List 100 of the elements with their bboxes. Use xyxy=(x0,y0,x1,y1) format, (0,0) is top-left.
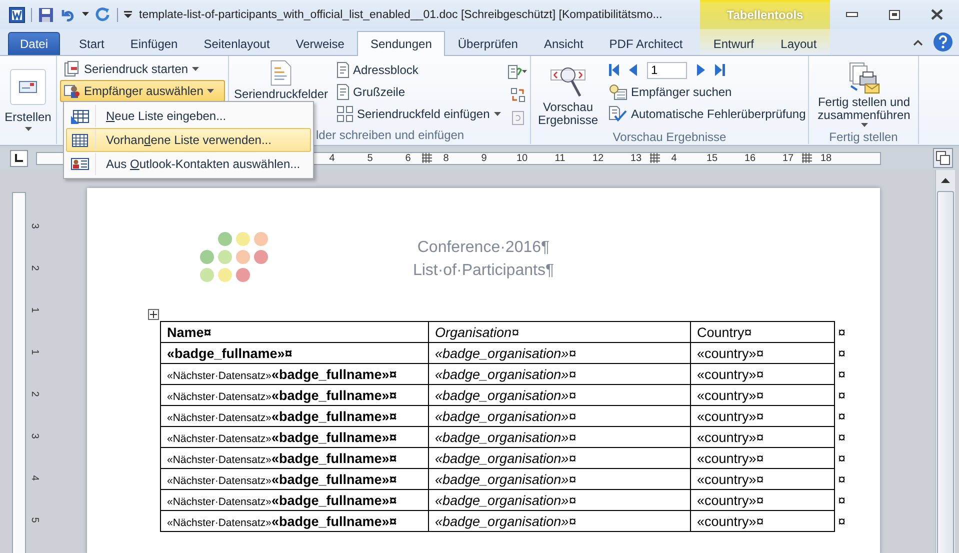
recipients-icon xyxy=(64,83,80,99)
ruler-number: 6 xyxy=(404,152,412,164)
envelope-icon xyxy=(19,81,37,93)
ribbon-tab[interactable]: Überprüfen xyxy=(444,32,531,55)
menu-item[interactable]: Aus Outlook-Kontakten auswählen... xyxy=(66,152,311,176)
column-header: Country¤ xyxy=(690,322,834,342)
record-field[interactable]: 1 xyxy=(647,62,687,78)
help-icon[interactable] xyxy=(933,32,953,52)
table-cell: «badge_organisation»¤ xyxy=(428,364,690,384)
ruler-number: 17 xyxy=(781,152,795,164)
table-icon xyxy=(71,132,89,148)
rules-icon[interactable] xyxy=(508,65,528,79)
customize-caret-icon[interactable] xyxy=(124,10,132,18)
save-icon[interactable] xyxy=(38,6,54,22)
column-marker-icon[interactable] xyxy=(802,152,812,164)
ruler-number: 8 xyxy=(442,152,450,164)
caret-icon[interactable] xyxy=(82,12,89,17)
group-label: Fertig stellen xyxy=(828,130,899,144)
printer-envelope-icon xyxy=(848,62,880,94)
next-record-icon[interactable] xyxy=(697,64,705,76)
restore-icon[interactable] xyxy=(888,10,900,20)
ribbon-tab[interactable]: Verweise xyxy=(282,32,358,55)
table-cell: «badge_organisation»¤ xyxy=(428,468,690,490)
column-header: Name¤ xyxy=(160,322,428,342)
table-cell: «Nächster·Datensatz»«badge_fullname»¤ xyxy=(160,384,428,406)
last-record-icon[interactable] xyxy=(715,64,725,76)
word-logo-icon[interactable] xyxy=(9,6,25,22)
ribbon-dropdown-button[interactable]: Seriendruck starten xyxy=(60,58,225,80)
finish-merge-button[interactable]: Fertig stellen und zusammenführen xyxy=(812,59,916,130)
collapse-ribbon-icon[interactable] xyxy=(913,38,923,46)
check-document-icon xyxy=(609,106,627,122)
row-end-mark: ¤ xyxy=(834,322,852,342)
ruler-number: 4 xyxy=(670,152,678,164)
previous-record-icon[interactable] xyxy=(629,64,637,76)
ruler-number: 11 xyxy=(554,152,566,164)
ribbon-tab[interactable]: Datei xyxy=(8,32,60,55)
table-cell: «badge_organisation»¤ xyxy=(428,406,690,426)
table-cell: «country»¤ xyxy=(690,426,834,448)
ribbon-dropdown-button[interactable]: Empfänger auswählen xyxy=(60,80,225,102)
ribbon-tab[interactable]: PDF Architect xyxy=(596,32,696,55)
ribbon-button[interactable]: Automatische Fehlerüberprüfung xyxy=(605,103,810,125)
menu-item[interactable]: Neue Liste eingeben... xyxy=(66,104,311,128)
table-cell: «country»¤ xyxy=(690,510,834,532)
menu-item[interactable]: Vorhandene Liste verwenden... xyxy=(66,128,311,152)
vertical-scrollbar[interactable] xyxy=(935,170,955,553)
table-cell: «badge_organisation»¤ xyxy=(428,384,690,406)
ruler-number: 9 xyxy=(480,152,488,164)
group-label: Vorschau Ergebnisse xyxy=(612,130,728,144)
column-marker-icon[interactable] xyxy=(422,152,432,164)
ribbon-tab[interactable]: Start xyxy=(66,32,118,55)
ruler-number: 16 xyxy=(743,152,757,164)
ruler-number: 10 xyxy=(515,152,529,164)
ribbon-tab[interactable]: Sendungen xyxy=(357,31,445,56)
ribbon-tab[interactable]: Entwurf xyxy=(700,32,767,55)
ribbon-tab[interactable]: Einfügen xyxy=(117,32,191,55)
table-cell: «country»¤ xyxy=(690,406,834,426)
view-ruler-button[interactable] xyxy=(933,148,953,168)
ribbon-button[interactable]: Adressblock xyxy=(333,59,505,81)
match-fields-icon[interactable] xyxy=(510,88,525,102)
ribbon-tab[interactable]: Layout xyxy=(768,32,830,55)
ruler-number: 3 xyxy=(28,223,40,229)
ruler-number: 5 xyxy=(366,152,374,164)
row-end-mark: ¤ xyxy=(834,342,852,364)
table-cell: «badge_organisation»¤ xyxy=(428,510,690,532)
row-end-mark: ¤ xyxy=(834,490,852,510)
table-cell: «badge_organisation»¤ xyxy=(428,448,690,468)
find-recipient-icon xyxy=(609,84,627,100)
ribbon-button[interactable]: Empfänger suchen xyxy=(605,81,810,103)
table-cell: «country»¤ xyxy=(690,384,834,406)
context-title: Tabellentools xyxy=(726,8,804,22)
first-record-icon[interactable] xyxy=(609,64,619,76)
ruler-number: 2 xyxy=(28,265,40,271)
ribbon-tab[interactable]: Seitenlayout xyxy=(190,32,283,55)
ruler-number: 1 xyxy=(28,349,40,355)
table-move-handle-icon[interactable] xyxy=(148,309,159,320)
table-cell: «country»¤ xyxy=(690,468,834,490)
scroll-up-icon[interactable] xyxy=(941,178,950,183)
create-button[interactable]: Erstellen xyxy=(2,66,54,134)
document-title: List·of·Participants¶ xyxy=(412,261,554,281)
table-cell: «Nächster·Datensatz»«badge_fullname»¤ xyxy=(160,468,428,490)
table-cell: «badge_fullname»¤ xyxy=(160,342,428,364)
row-end-mark: ¤ xyxy=(834,406,852,426)
preview-results-button[interactable]: Vorschau Ergebnisse xyxy=(534,59,602,130)
document-icon xyxy=(270,60,292,86)
ruler-number: 18 xyxy=(819,152,833,164)
ruler-number: 3 xyxy=(28,433,40,439)
column-marker-icon[interactable] xyxy=(650,152,660,164)
table-cell: «Nächster·Datensatz»«badge_fullname»¤ xyxy=(160,490,428,510)
document-icon xyxy=(337,62,349,78)
ruler-toggle-icon xyxy=(936,151,950,165)
scrollbar-thumb[interactable] xyxy=(937,191,954,553)
close-icon[interactable] xyxy=(931,9,944,20)
table-cell: «country»¤ xyxy=(690,490,834,510)
ribbon-button[interactable]: Seriendruckfeld einfügen xyxy=(333,103,505,125)
ribbon-tab[interactable]: Ansicht xyxy=(530,32,596,55)
tab-selector-button[interactable] xyxy=(10,150,28,166)
ribbon-button[interactable]: Grußzeile xyxy=(333,81,505,103)
minimize-icon[interactable] xyxy=(846,12,858,18)
redo-icon[interactable] xyxy=(95,6,111,22)
ruler-number: 13 xyxy=(629,152,643,164)
